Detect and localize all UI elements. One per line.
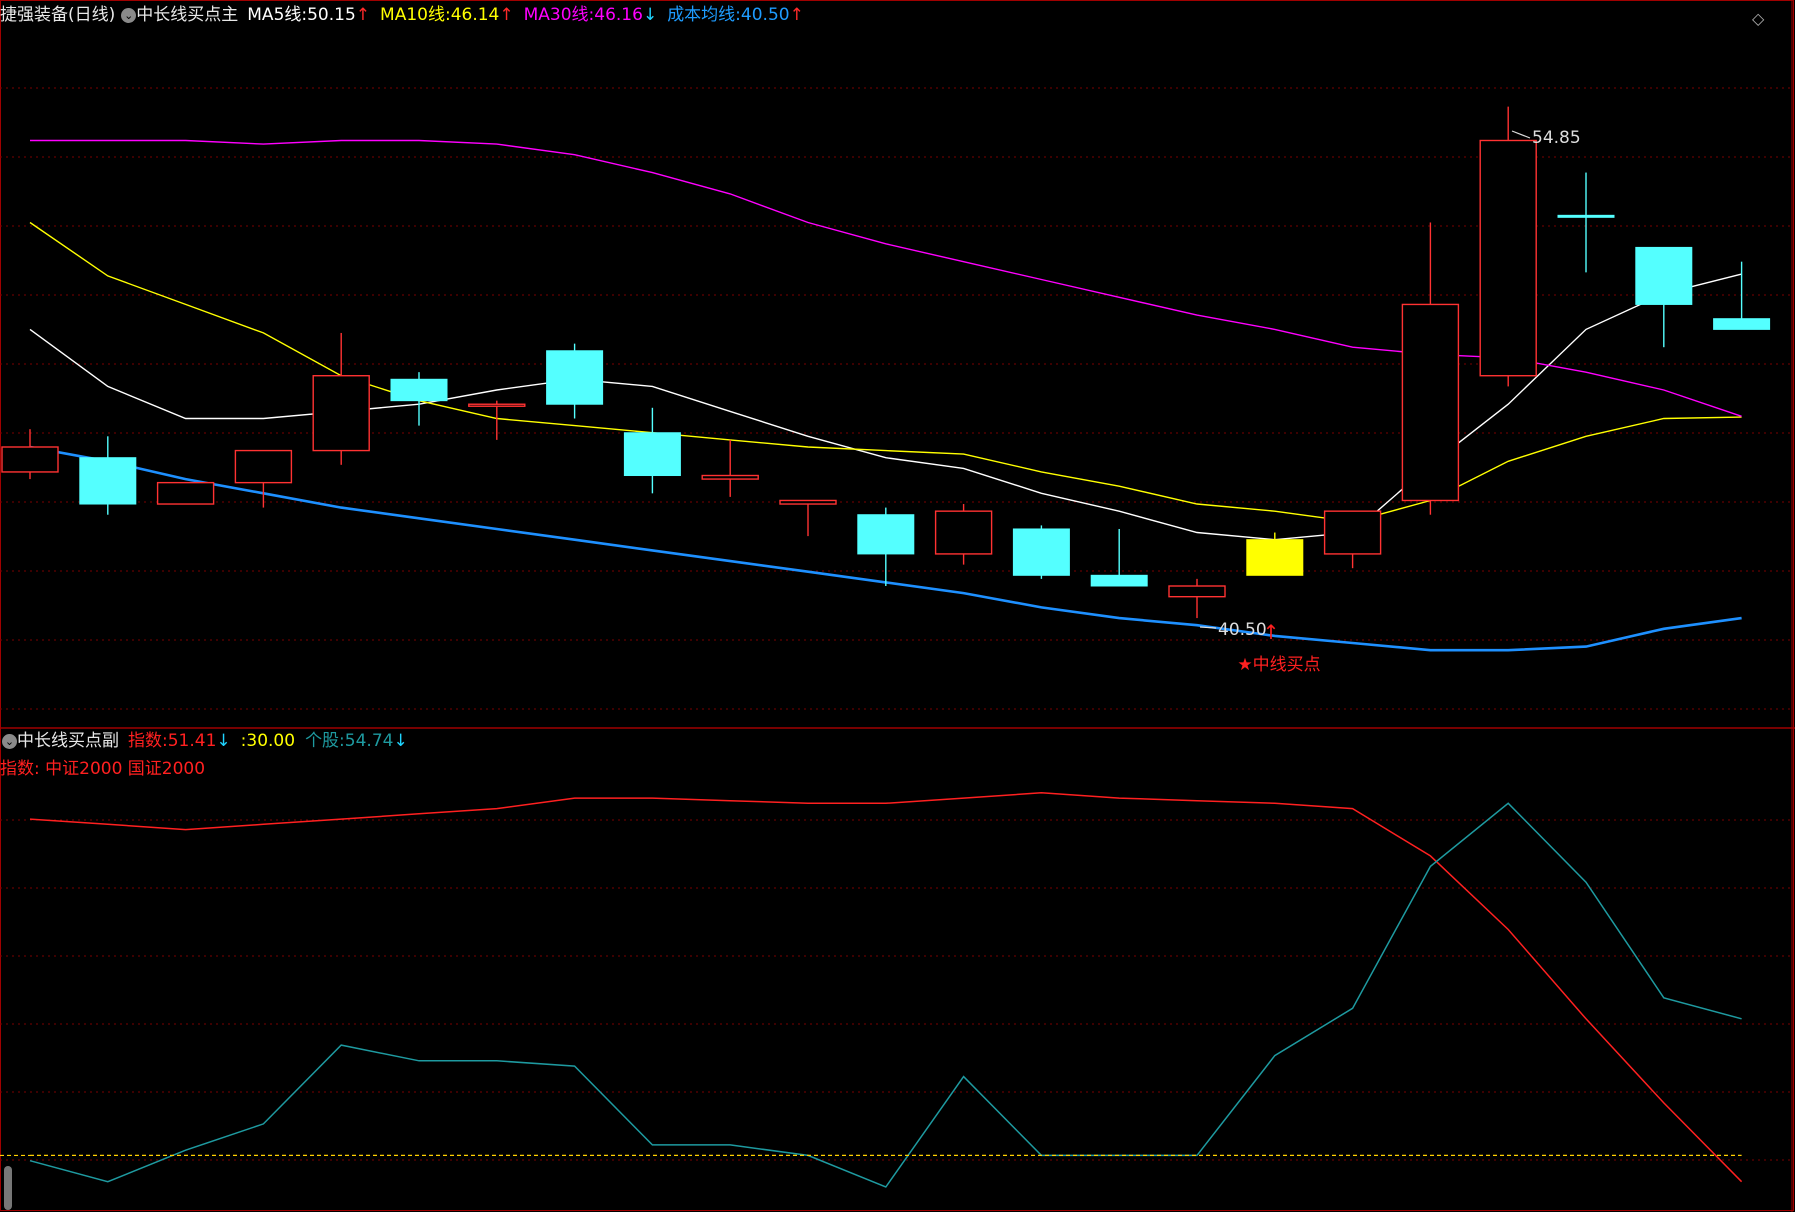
main-legend-value: 46.14: [450, 5, 500, 25]
arrow-up-icon: ↑: [499, 5, 514, 25]
sub-indicator-name[interactable]: 中长线买点副: [17, 731, 119, 751]
candle-body: [546, 350, 604, 405]
candle: [1323, 510, 1382, 569]
sub-legend-label: 指数:: [128, 731, 168, 751]
candle-body: [1, 446, 59, 473]
candle: [1246, 532, 1304, 576]
candle-body: [701, 474, 759, 480]
stock-line: [29, 802, 1742, 1188]
candle-body: [1635, 246, 1693, 305]
diamond-icon: ◇: [1752, 9, 1765, 28]
candle: [79, 436, 137, 515]
candle-body: [857, 514, 915, 555]
buy-signal-arrow-icon: ↑: [1263, 620, 1280, 644]
candle: [1713, 261, 1771, 330]
main-legend-label: MA30线:: [523, 5, 595, 25]
candle: [779, 499, 837, 537]
candle-body: [1479, 139, 1537, 377]
candle-body: [468, 403, 526, 407]
candle: [1090, 528, 1148, 587]
candle: [1168, 578, 1226, 619]
candle: [234, 449, 293, 508]
index-line: [29, 792, 1743, 1183]
sub-legend-item: 个股:54.74↓: [305, 731, 408, 751]
candle-body: [234, 449, 293, 484]
sub-legend-value: 51.41: [167, 731, 217, 751]
chevron-down-icon[interactable]: ⌄: [2, 733, 17, 749]
buy-signal-label: ★中线买点: [1237, 655, 1320, 675]
arrow-up-icon: ↑: [355, 5, 371, 25]
high-price-pointer: [1511, 130, 1531, 139]
main-indicator-name[interactable]: 中长线买点主: [136, 5, 238, 25]
candle: [934, 504, 993, 565]
candle: [701, 439, 759, 497]
main-legend-item: 成本均线:40.50↑: [667, 5, 804, 25]
candle-body: [1168, 585, 1226, 598]
candle: [156, 481, 215, 505]
scroll-handle[interactable]: [4, 1166, 12, 1210]
candle: [623, 407, 681, 494]
candle: [857, 507, 915, 586]
candle: [1479, 106, 1537, 387]
main-header: 捷强装备(日线) ⌄ 中长线买点主 MA5线:50.15↑ MA10线:46.14↑ MA…: [0, 4, 814, 26]
main-legend-item: MA30线:46.16↓: [524, 5, 658, 25]
arrow-up-icon: ↑: [789, 5, 804, 25]
main-legend-label: MA5线:: [247, 5, 308, 25]
candle-body: [1246, 539, 1304, 576]
sub-lines: [0, 792, 1743, 1188]
candle-body: [1090, 574, 1148, 587]
candle: [1557, 172, 1615, 273]
candle-body: [934, 510, 993, 555]
arrow-down-icon: ↓: [216, 731, 231, 751]
chevron-down-icon[interactable]: ⌄: [121, 7, 137, 23]
sub-grid: [0, 819, 1792, 1161]
candle-body: [1323, 510, 1382, 555]
candle-body: [623, 432, 681, 477]
stock-title: 捷强装备(日线): [0, 5, 116, 25]
candle-body: [1557, 214, 1615, 218]
index-note: 指数: 中证2000 国证2000: [0, 759, 206, 779]
kline-chart[interactable]: 54.85 40.50 ↑ ★中线买点 ◇: [0, 0, 1795, 1212]
candle: [1401, 222, 1460, 515]
sub-legend: 指数:51.41↓:30.00 个股:54.74↓: [128, 731, 418, 751]
main-legend-item: MA5线:50.15↑: [247, 5, 370, 25]
high-price-label: 54.85: [1532, 128, 1581, 148]
main-legend-label: MA10线:: [380, 5, 451, 25]
candle-body: [779, 499, 837, 505]
sub-legend-item: 指数:51.41↓: [128, 731, 231, 751]
candle-body: [1012, 528, 1070, 576]
main-legend: MA5线:50.15↑ MA10线:46.14↑ MA30线:46.16↓ 成本均线:…: [247, 5, 814, 25]
main-legend-label: 成本均线:: [667, 5, 741, 25]
candle-body: [1713, 318, 1771, 330]
sub-legend-label: 个股:: [305, 731, 345, 751]
candle-body: [390, 378, 448, 402]
main-legend-value: 40.50: [740, 5, 790, 25]
main-legend-value: 46.16: [594, 5, 643, 25]
sub-header: ⌄ 中长线买点副 指数:51.41↓:30.00 个股:54.74↓: [0, 730, 418, 752]
low-price-label: 40.50: [1218, 620, 1267, 640]
candle: [1012, 525, 1070, 579]
sub-legend-item: :30.00: [241, 731, 295, 751]
candle-body: [156, 481, 215, 505]
sub-legend-value: 54.74: [344, 731, 394, 751]
main-legend-value: 50.15: [307, 5, 356, 25]
candles[interactable]: [1, 106, 1771, 619]
candle-body: [1401, 303, 1460, 502]
candle: [546, 343, 604, 419]
arrow-down-icon: ↓: [642, 5, 658, 25]
candle: [312, 332, 370, 465]
candle-body: [79, 457, 137, 505]
arrow-down-icon: ↓: [393, 731, 408, 751]
sub-legend-value: 30.00: [246, 731, 296, 751]
candle: [1, 429, 59, 480]
candle: [390, 372, 448, 426]
main-legend-item: MA10线:46.14↑: [380, 5, 514, 25]
candle-body: [312, 375, 370, 452]
candle: [1635, 246, 1693, 348]
